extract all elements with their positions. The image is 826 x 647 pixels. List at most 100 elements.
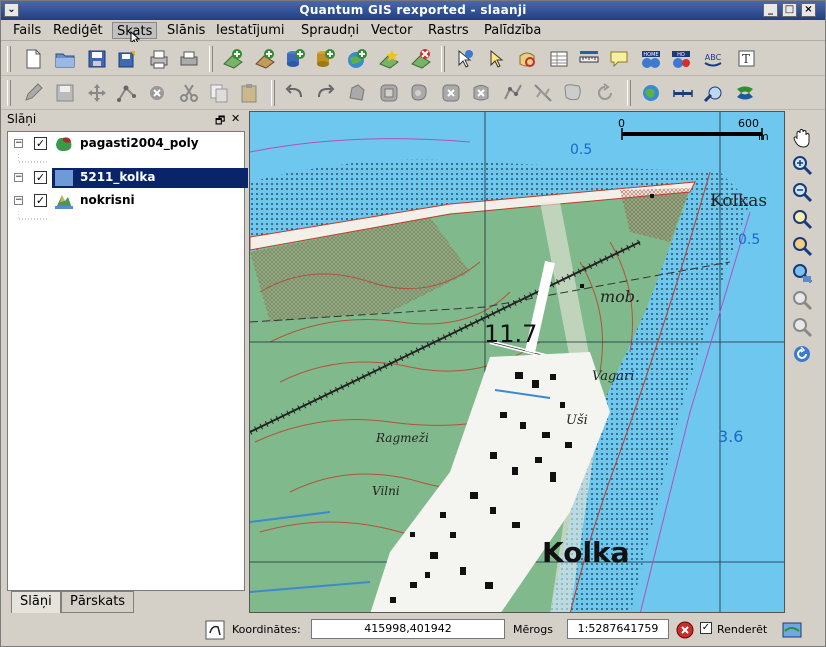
- delete-selected-icon[interactable]: [143, 80, 170, 106]
- split-features-icon[interactable]: [529, 80, 556, 106]
- add-postgis-layer-icon[interactable]: [281, 46, 308, 72]
- rotate-point-symbols-icon[interactable]: [591, 80, 618, 106]
- scalebar-end-label: 600: [738, 117, 759, 130]
- deselect-icon[interactable]: [513, 46, 540, 72]
- maximize-button[interactable]: □: [782, 3, 797, 17]
- menu-raster[interactable]: Rastrs: [424, 22, 473, 39]
- menu-settings[interactable]: Iestatījumi: [212, 22, 289, 39]
- toolbar-grip[interactable]: [441, 46, 445, 72]
- add-spatialite-layer-icon[interactable]: [311, 46, 338, 72]
- identify-icon[interactable]: [451, 46, 478, 72]
- merge-features-icon[interactable]: [559, 80, 586, 106]
- add-part-icon[interactable]: [405, 80, 432, 106]
- collapse-icon[interactable]: −: [14, 196, 23, 205]
- new-bookmark-icon[interactable]: HOME: [637, 46, 664, 72]
- globe-icon[interactable]: [637, 80, 664, 106]
- toolbar-grip[interactable]: [271, 80, 275, 106]
- save-as-icon[interactable]: [113, 46, 140, 72]
- label-tool-icon[interactable]: ABC: [699, 46, 726, 72]
- print-icon[interactable]: [175, 46, 202, 72]
- stop-render-icon[interactable]: [671, 617, 698, 643]
- menu-vector[interactable]: Vector: [367, 22, 416, 39]
- delete-ring-icon[interactable]: [437, 80, 464, 106]
- place-label-vilni: Vilni: [372, 484, 400, 498]
- map-canvas[interactable]: 0 600 m 0.5 0.5 3.6 Kolkas mob. 11.7 Vag…: [249, 111, 785, 613]
- copy-features-icon[interactable]: [205, 80, 232, 106]
- scale-bar-icon[interactable]: [669, 80, 696, 106]
- add-vector-layer-icon[interactable]: [219, 46, 246, 72]
- paste-features-icon[interactable]: [235, 80, 262, 106]
- new-project-icon[interactable]: [19, 46, 46, 72]
- main-window: ⌄ Quantum GIS rexported - slaanji _ □ × …: [0, 0, 826, 647]
- zoom-to-selection-icon[interactable]: [787, 206, 817, 231]
- coordinates-field[interactable]: 415998,401942: [311, 619, 505, 639]
- zoom-next-icon[interactable]: [787, 314, 817, 339]
- text-annotation-icon[interactable]: T: [733, 46, 760, 72]
- measure-line-icon[interactable]: [575, 46, 602, 72]
- tab-overview[interactable]: Pārskats: [61, 591, 135, 613]
- menu-file[interactable]: Fails: [9, 22, 45, 39]
- select-features-icon[interactable]: [483, 46, 510, 72]
- render-checkbox[interactable]: ✓: [700, 622, 712, 634]
- close-button[interactable]: ×: [801, 3, 816, 17]
- pan-icon[interactable]: [787, 125, 817, 150]
- minimize-button[interactable]: _: [763, 3, 778, 17]
- toolbar-grip[interactable]: [7, 46, 11, 72]
- layer-row[interactable]: − ✓ pagasti2004_poly: [8, 134, 244, 154]
- zoom-to-layer-icon[interactable]: [787, 233, 817, 258]
- show-bookmarks-icon[interactable]: HO: [667, 46, 694, 72]
- toolbar-grip[interactable]: [209, 46, 213, 72]
- menu-plugins[interactable]: Spraudņi: [297, 22, 363, 39]
- open-project-icon[interactable]: [51, 46, 78, 72]
- layer-row[interactable]: − ✓ nokrisni: [8, 191, 244, 211]
- simplify-feature-icon[interactable]: [343, 80, 370, 106]
- cut-features-icon[interactable]: [175, 80, 202, 106]
- save-project-icon[interactable]: [83, 46, 110, 72]
- attribute-table-icon[interactable]: [545, 46, 572, 72]
- print-composer-icon[interactable]: [145, 46, 172, 72]
- layer-row[interactable]: − ✓ 5211_kolka: [8, 168, 248, 188]
- zoom-in-icon[interactable]: [787, 152, 817, 177]
- menu-help[interactable]: Palīdzība: [480, 22, 545, 39]
- collapse-icon[interactable]: −: [14, 139, 23, 148]
- north-arrow-icon[interactable]: [699, 80, 726, 106]
- zoom-last-icon[interactable]: [787, 287, 817, 312]
- toggle-editing-icon[interactable]: [19, 80, 46, 106]
- new-vector-layer-icon[interactable]: [375, 46, 402, 72]
- toolbar-edit: [1, 76, 825, 110]
- zoom-out-icon[interactable]: [787, 179, 817, 204]
- refresh-icon[interactable]: [787, 341, 817, 366]
- tab-layers[interactable]: Slāņi: [11, 591, 61, 613]
- raster-layer-icon: [55, 170, 73, 186]
- layer-visibility-checkbox[interactable]: ✓: [34, 171, 47, 184]
- node-tool-icon[interactable]: [113, 80, 140, 106]
- undo-icon[interactable]: [281, 80, 308, 106]
- layer-visibility-checkbox[interactable]: ✓: [34, 194, 47, 207]
- remove-layer-icon[interactable]: [407, 46, 434, 72]
- zoom-full-icon[interactable]: [787, 260, 817, 285]
- move-feature-icon[interactable]: [83, 80, 110, 106]
- panel-close-icon[interactable]: ✕: [231, 112, 240, 125]
- redo-icon[interactable]: [311, 80, 338, 106]
- add-raster-layer-icon[interactable]: [251, 46, 278, 72]
- save-edits-icon[interactable]: [51, 80, 78, 106]
- projection-status-icon[interactable]: [778, 617, 805, 643]
- menu-edit[interactable]: Rediģēt: [49, 22, 107, 39]
- toolbar-grip[interactable]: [7, 80, 11, 106]
- collapse-icon[interactable]: −: [14, 173, 23, 182]
- toggle-extents-icon[interactable]: [201, 617, 228, 643]
- map-tips-icon[interactable]: [605, 46, 632, 72]
- toolbar-grip[interactable]: [627, 80, 631, 106]
- depth-label: 0.5: [570, 142, 592, 158]
- delete-part-icon[interactable]: [467, 80, 494, 106]
- add-wms-layer-icon[interactable]: [343, 46, 370, 72]
- panel-float-icon[interactable]: 🗗: [215, 112, 225, 131]
- layer-visibility-checkbox[interactable]: ✓: [34, 137, 47, 150]
- menu-layer[interactable]: Slānis: [163, 22, 209, 39]
- layers-panel-title: Slāņi: [7, 112, 37, 126]
- map-navigation-toolbar: [787, 125, 821, 405]
- reshape-features-icon[interactable]: [499, 80, 526, 106]
- add-ring-icon[interactable]: [375, 80, 402, 106]
- scale-field[interactable]: 1:5287641759: [567, 619, 669, 639]
- copyright-label-icon[interactable]: [731, 80, 758, 106]
